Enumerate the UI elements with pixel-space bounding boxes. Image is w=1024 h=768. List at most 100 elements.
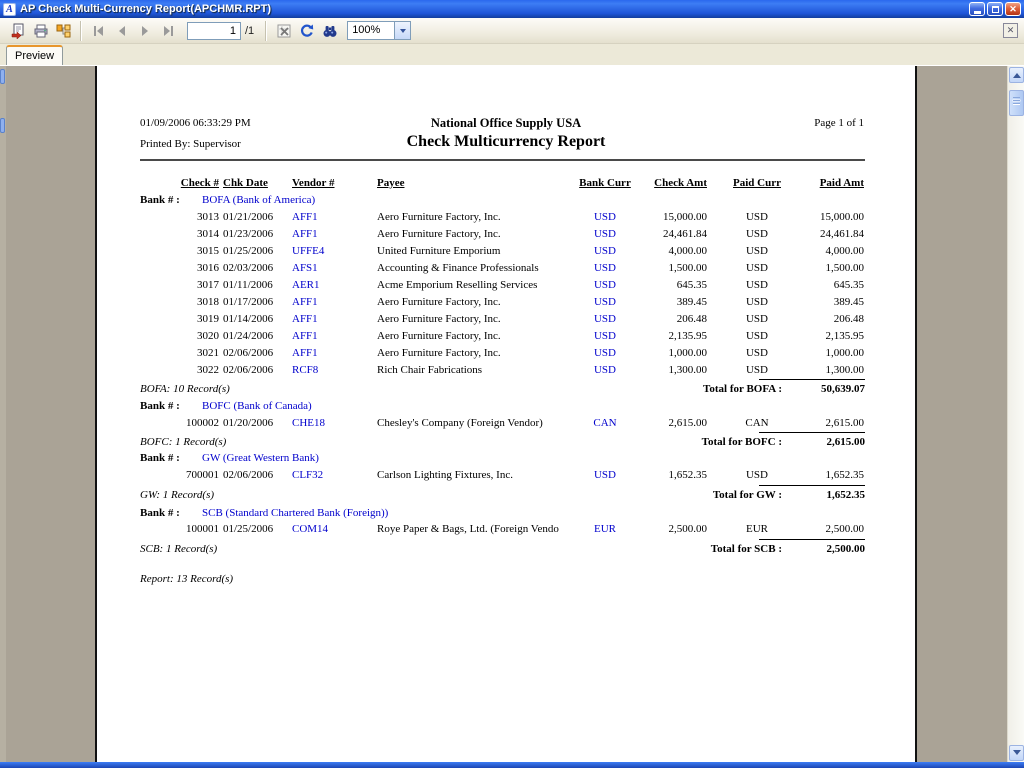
refresh-icon bbox=[299, 23, 315, 39]
tab-preview[interactable]: Preview bbox=[6, 45, 63, 65]
table-row: 302001/24/2006AFF1Aero Furniture Factory… bbox=[97, 330, 915, 345]
check-number: 100002 bbox=[147, 417, 219, 429]
toolbar: /1 1 bbox=[0, 18, 1024, 44]
vendor-link[interactable]: AFF1 bbox=[292, 330, 356, 342]
check-number: 3019 bbox=[147, 313, 219, 325]
page-number-input[interactable] bbox=[187, 22, 241, 40]
table-row: 70000102/06/2006CLF32Carlson Lighting Fi… bbox=[97, 469, 915, 484]
page-total-label: /1 bbox=[245, 25, 254, 37]
vendor-link[interactable]: AER1 bbox=[292, 279, 356, 291]
search-button[interactable] bbox=[318, 20, 341, 42]
table-row: 301602/03/2006AFS1Accounting & Finance P… bbox=[97, 262, 915, 277]
stop-icon bbox=[276, 23, 292, 39]
check-number: 3015 bbox=[147, 245, 219, 257]
check-date: 02/06/2006 bbox=[223, 347, 287, 359]
report-record-count: Report: 13 Record(s) bbox=[140, 573, 233, 585]
check-amount: 1,300.00 bbox=[602, 364, 707, 376]
group-record-count: GW: 1 Record(s) bbox=[140, 485, 214, 501]
paid-amount: 15,000.00 bbox=[759, 211, 864, 223]
paid-amount: 1,000.00 bbox=[759, 347, 864, 359]
check-date: 01/14/2006 bbox=[223, 313, 287, 325]
stop-loading-button[interactable] bbox=[272, 20, 295, 42]
refresh-button[interactable] bbox=[295, 20, 318, 42]
table-row: 301901/14/2006AFF1Aero Furniture Factory… bbox=[97, 313, 915, 328]
chevron-down-icon bbox=[400, 29, 406, 36]
table-row: 10000201/20/2006CHE18Chesley's Company (… bbox=[97, 417, 915, 432]
check-date: 01/20/2006 bbox=[223, 417, 287, 429]
group-footer-row: BOFC: 1 Record(s) Total for BOFC : 2,615… bbox=[97, 432, 915, 450]
check-date: 01/25/2006 bbox=[223, 245, 287, 257]
close-preview-button[interactable]: ✕ bbox=[1003, 23, 1018, 38]
vendor-link[interactable]: AFF1 bbox=[292, 228, 356, 240]
vendor-link[interactable]: AFF1 bbox=[292, 313, 356, 325]
group-total-amount: 1,652.35 bbox=[759, 485, 865, 501]
vendor-link[interactable]: COM14 bbox=[292, 523, 356, 535]
scroll-up-button[interactable] bbox=[1009, 67, 1024, 83]
bank-name-link[interactable]: BOFC (Bank of Canada) bbox=[202, 400, 312, 412]
vendor-link[interactable]: AFF1 bbox=[292, 296, 356, 308]
table-row: 301401/23/2006AFF1Aero Furniture Factory… bbox=[97, 228, 915, 243]
bank-name-link[interactable]: SCB (Standard Chartered Bank (Foreign)) bbox=[202, 507, 388, 519]
report-title: Check Multicurrency Report bbox=[97, 133, 915, 151]
restore-icon bbox=[992, 6, 999, 13]
minimize-button[interactable] bbox=[969, 2, 985, 16]
group-record-count: BOFC: 1 Record(s) bbox=[140, 432, 226, 448]
check-amount: 2,615.00 bbox=[602, 417, 707, 429]
export-button[interactable] bbox=[6, 20, 29, 42]
vendor-link[interactable]: AFS1 bbox=[292, 262, 356, 274]
col-paid-amt: Paid Amt bbox=[759, 177, 864, 189]
vendor-link[interactable]: RCF8 bbox=[292, 364, 356, 376]
check-number: 3017 bbox=[147, 279, 219, 291]
payee: Aero Furniture Factory, Inc. bbox=[377, 330, 572, 342]
splitter-handle[interactable] bbox=[0, 118, 5, 133]
paid-amount: 2,135.95 bbox=[759, 330, 864, 342]
group-tree-splitter[interactable] bbox=[0, 66, 6, 762]
check-amount: 4,000.00 bbox=[602, 245, 707, 257]
check-amount: 389.45 bbox=[602, 296, 707, 308]
check-number: 700001 bbox=[147, 469, 219, 481]
group-total-label: Total for BOFA : bbox=[577, 379, 782, 395]
previous-page-button[interactable] bbox=[110, 20, 133, 42]
col-check-amt: Check Amt bbox=[602, 177, 707, 189]
paid-amount: 389.45 bbox=[759, 296, 864, 308]
group-total-amount: 50,639.07 bbox=[759, 379, 865, 395]
group-total-label: Total for SCB : bbox=[577, 539, 782, 555]
zoom-select[interactable]: 100% bbox=[347, 21, 411, 40]
close-button[interactable]: ✕ bbox=[1005, 2, 1021, 16]
payee: Roye Paper & Bags, Ltd. (Foreign Vendo bbox=[377, 523, 572, 535]
bank-label: Bank # : bbox=[140, 400, 180, 412]
check-number: 3018 bbox=[147, 296, 219, 308]
vertical-scrollbar[interactable] bbox=[1007, 66, 1024, 762]
vendor-link[interactable]: AFF1 bbox=[292, 347, 356, 359]
splitter-handle[interactable] bbox=[0, 69, 5, 84]
bank-name-link[interactable]: BOFA (Bank of America) bbox=[202, 194, 315, 206]
header-separator-line bbox=[140, 159, 865, 161]
last-page-icon bbox=[161, 24, 175, 38]
paid-amount: 645.35 bbox=[759, 279, 864, 291]
restore-button[interactable] bbox=[987, 2, 1003, 16]
chevron-down-icon bbox=[1013, 750, 1021, 759]
toolbar-separator bbox=[80, 21, 82, 41]
next-page-button[interactable] bbox=[133, 20, 156, 42]
chevron-up-icon bbox=[1013, 69, 1021, 78]
vendor-link[interactable]: UFFE4 bbox=[292, 245, 356, 257]
zoom-dropdown-button[interactable] bbox=[394, 22, 410, 39]
last-page-button[interactable] bbox=[156, 20, 179, 42]
group-header-row: Bank # : BOFC (Bank of Canada) bbox=[97, 400, 915, 415]
check-date: 01/23/2006 bbox=[223, 228, 287, 240]
print-button[interactable] bbox=[29, 20, 52, 42]
scroll-down-button[interactable] bbox=[1009, 745, 1024, 761]
payee: United Furniture Emporium bbox=[377, 245, 572, 257]
group-total-label: Total for GW : bbox=[577, 485, 782, 501]
window-bottom-border bbox=[0, 762, 1024, 768]
vendor-link[interactable]: AFF1 bbox=[292, 211, 356, 223]
preview-workspace: 01/09/2006 06:33:29 PM National Office S… bbox=[0, 66, 1007, 762]
payee: Accounting & Finance Professionals bbox=[377, 262, 572, 274]
bank-name-link[interactable]: GW (Great Western Bank) bbox=[202, 452, 319, 464]
first-page-button[interactable] bbox=[87, 20, 110, 42]
toggle-group-tree-button[interactable] bbox=[52, 20, 75, 42]
payee: Acme Emporium Reselling Services bbox=[377, 279, 572, 291]
vendor-link[interactable]: CHE18 bbox=[292, 417, 356, 429]
vendor-link[interactable]: CLF32 bbox=[292, 469, 356, 481]
scrollbar-thumb[interactable] bbox=[1009, 90, 1024, 116]
